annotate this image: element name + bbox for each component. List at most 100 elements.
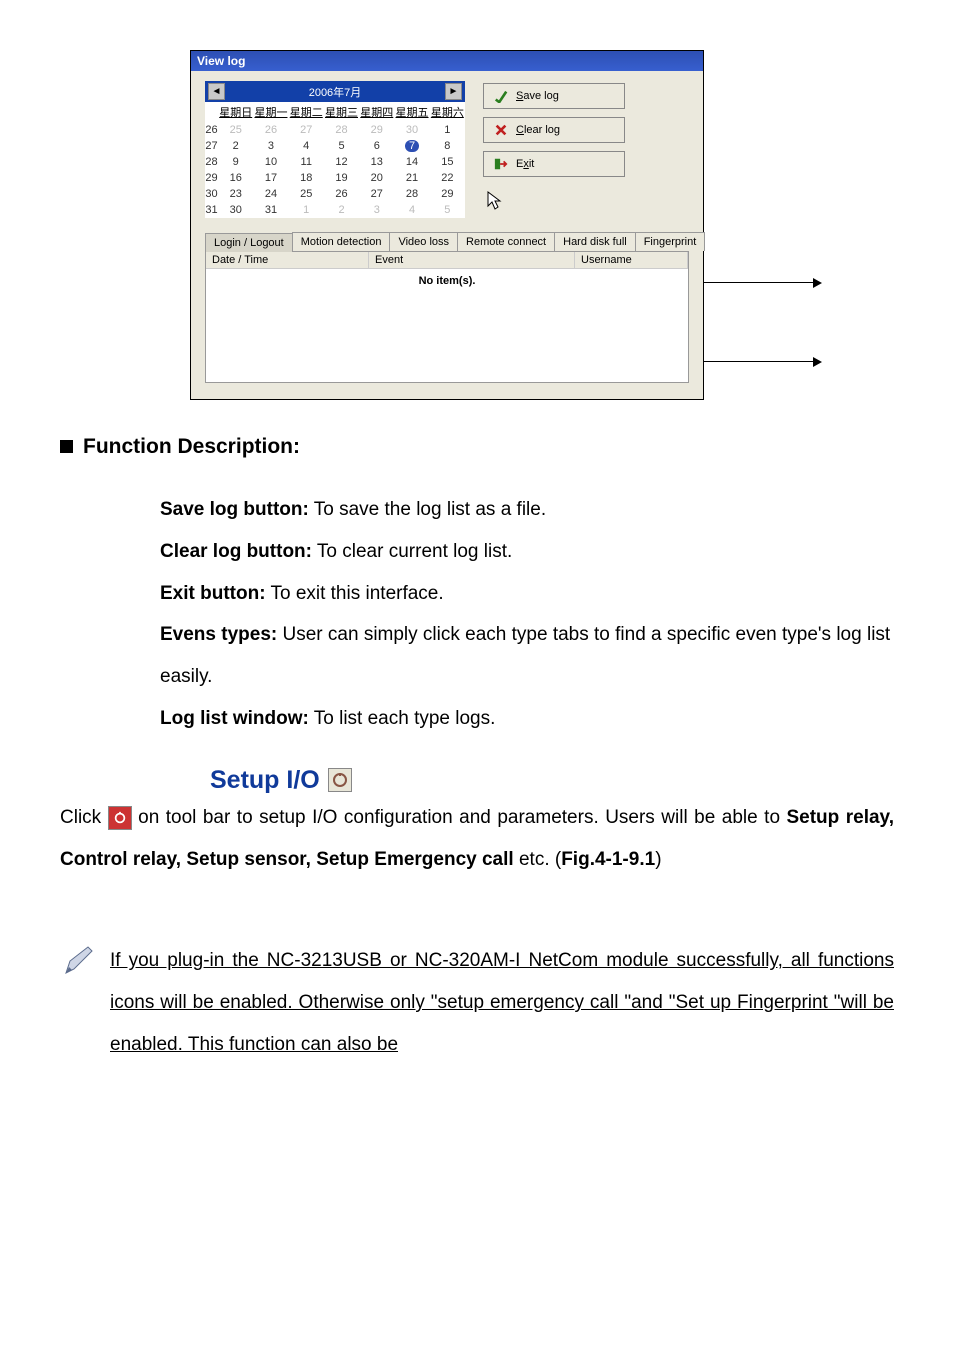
cal-day-cell[interactable]: 4 <box>289 138 324 154</box>
calendar-grid: 星期日 星期一 星期二 星期三 星期四 星期五 星期六 262526272829… <box>205 102 465 218</box>
cal-day-cell[interactable]: 9 <box>218 154 253 170</box>
no-items-label: No item(s). <box>206 269 688 293</box>
col-username[interactable]: Username <box>575 252 688 268</box>
callout-arrow-1 <box>813 278 822 288</box>
bullet-square-icon <box>60 440 73 453</box>
save-log-term: Save log button: <box>160 499 309 520</box>
clear-log-button[interactable]: Clear log <box>483 117 625 143</box>
callout-arrow-2 <box>813 357 822 367</box>
callout-line-1 <box>704 282 820 283</box>
cal-day-cell[interactable]: 6 <box>359 138 394 154</box>
cal-day-cell[interactable]: 26 <box>253 122 288 138</box>
cal-day-cell[interactable]: 12 <box>324 154 359 170</box>
cal-week-number: 30 <box>205 186 218 202</box>
cal-day-cell[interactable]: 19 <box>324 170 359 186</box>
cal-day-cell[interactable]: 29 <box>359 122 394 138</box>
cal-day-cell[interactable]: 30 <box>218 202 253 218</box>
cal-day-cell[interactable]: 5 <box>324 138 359 154</box>
cal-day-cell[interactable]: 2 <box>218 138 253 154</box>
cal-day-cell[interactable]: 3 <box>253 138 288 154</box>
clear-log-desc: To clear current log list. <box>312 541 512 562</box>
cal-day-cell[interactable]: 20 <box>359 170 394 186</box>
calendar: ◄ 2006年7月 ► 星期日 星期一 星期二 星期三 星 <box>205 81 465 218</box>
tab-video-loss[interactable]: Video loss <box>389 232 458 251</box>
netcom-note: If you plug-in the NC-3213USB or NC-320A… <box>110 940 894 1065</box>
log-list: Date / Time Event Username No item(s). <box>205 251 689 383</box>
setup-io-heading: Setup I/O <box>210 766 894 795</box>
save-log-desc: To save the log list as a file. <box>309 499 546 520</box>
cal-day-cell[interactable]: 21 <box>394 170 429 186</box>
event-tabs: Login / LogoutMotion detectionVideo loss… <box>205 232 689 251</box>
window-title: View log <box>191 51 703 71</box>
cal-day-cell[interactable]: 11 <box>289 154 324 170</box>
callout-line-2 <box>704 361 820 362</box>
log-list-desc: To list each type logs. <box>309 708 496 729</box>
cal-day-cell[interactable]: 13 <box>359 154 394 170</box>
cal-day-cell[interactable]: 28 <box>394 186 429 202</box>
cal-day-cell[interactable]: 15 <box>430 154 465 170</box>
cal-day-cell[interactable]: 24 <box>253 186 288 202</box>
cal-week-number: 27 <box>205 138 218 154</box>
exit-label: it <box>529 158 535 170</box>
netcom-note-text: If you plug-in the NC-3213USB or NC-320A… <box>110 950 894 1055</box>
pen-note-icon <box>60 943 96 979</box>
cal-day-cell[interactable]: 2 <box>324 202 359 218</box>
cal-prev-button[interactable]: ◄ <box>208 83 225 100</box>
tab-hard-disk-full[interactable]: Hard disk full <box>554 232 636 251</box>
cal-week-number: 26 <box>205 122 218 138</box>
tab-motion-detection[interactable]: Motion detection <box>292 232 391 251</box>
exit-desc: To exit this interface. <box>266 583 444 604</box>
tab-login-logout[interactable]: Login / Logout <box>205 233 293 252</box>
cal-day-cell[interactable]: 30 <box>394 122 429 138</box>
cal-week-number: 29 <box>205 170 218 186</box>
log-list-term: Log list window: <box>160 708 309 729</box>
cal-next-button[interactable]: ► <box>445 83 462 100</box>
exit-arrow-icon <box>494 157 508 171</box>
cal-week-number: 28 <box>205 154 218 170</box>
cal-day-cell[interactable]: 31 <box>253 202 288 218</box>
cal-month-label: 2006年7月 <box>309 84 362 100</box>
save-log-button[interactable]: Save log <box>483 83 625 109</box>
cal-day-cell[interactable]: 10 <box>253 154 288 170</box>
setup-io-paragraph: Click on tool bar to setup I/O configura… <box>60 797 894 881</box>
clear-log-label: lear log <box>524 124 560 136</box>
col-datetime[interactable]: Date / Time <box>206 252 369 268</box>
setup-io-toolbar-icon <box>328 768 352 792</box>
cal-day-cell[interactable]: 17 <box>253 170 288 186</box>
cal-week-number: 31 <box>205 202 218 218</box>
cal-day-cell[interactable]: 5 <box>430 202 465 218</box>
cal-day-cell[interactable]: 23 <box>218 186 253 202</box>
cal-day-cell[interactable]: 4 <box>394 202 429 218</box>
cal-day-cell[interactable]: 8 <box>430 138 465 154</box>
viewlog-screenshot: View log ◄ 2006年7月 ► 星期日 星期一 <box>190 50 894 400</box>
function-description-heading: Function Description: <box>83 435 300 459</box>
cal-day-cell[interactable]: 3 <box>359 202 394 218</box>
exit-term: Exit button: <box>160 583 266 604</box>
cal-day-cell[interactable]: 16 <box>218 170 253 186</box>
cal-day-cell[interactable]: 28 <box>324 122 359 138</box>
viewlog-window: View log ◄ 2006年7月 ► 星期日 星期一 <box>190 50 704 400</box>
cal-day-cell[interactable]: 1 <box>430 122 465 138</box>
col-event[interactable]: Event <box>369 252 575 268</box>
setup-io-click-icon <box>108 806 132 830</box>
pencil-check-icon <box>494 89 508 103</box>
cal-day-cell[interactable]: 25 <box>289 186 324 202</box>
tab-remote-connect[interactable]: Remote connect <box>457 232 555 251</box>
cal-day-cell[interactable]: 27 <box>289 122 324 138</box>
cal-day-cell[interactable]: 7 <box>394 138 429 154</box>
cal-day-cell[interactable]: 18 <box>289 170 324 186</box>
mouse-cursor-icon <box>487 191 689 214</box>
cal-day-cell[interactable]: 14 <box>394 154 429 170</box>
clear-log-term: Clear log button: <box>160 541 312 562</box>
cal-day-cell[interactable]: 1 <box>289 202 324 218</box>
save-log-label: ave log <box>523 90 558 102</box>
evens-types-term: Evens types: <box>160 624 277 645</box>
cal-day-cell[interactable]: 25 <box>218 122 253 138</box>
cal-day-cell[interactable]: 29 <box>430 186 465 202</box>
exit-button[interactable]: Exit <box>483 151 625 177</box>
cal-day-cell[interactable]: 27 <box>359 186 394 202</box>
cal-day-cell[interactable]: 22 <box>430 170 465 186</box>
definition-list: Save log button: To save the log list as… <box>160 489 894 740</box>
cal-day-cell[interactable]: 26 <box>324 186 359 202</box>
tab-fingerprint[interactable]: Fingerprint <box>635 232 706 251</box>
